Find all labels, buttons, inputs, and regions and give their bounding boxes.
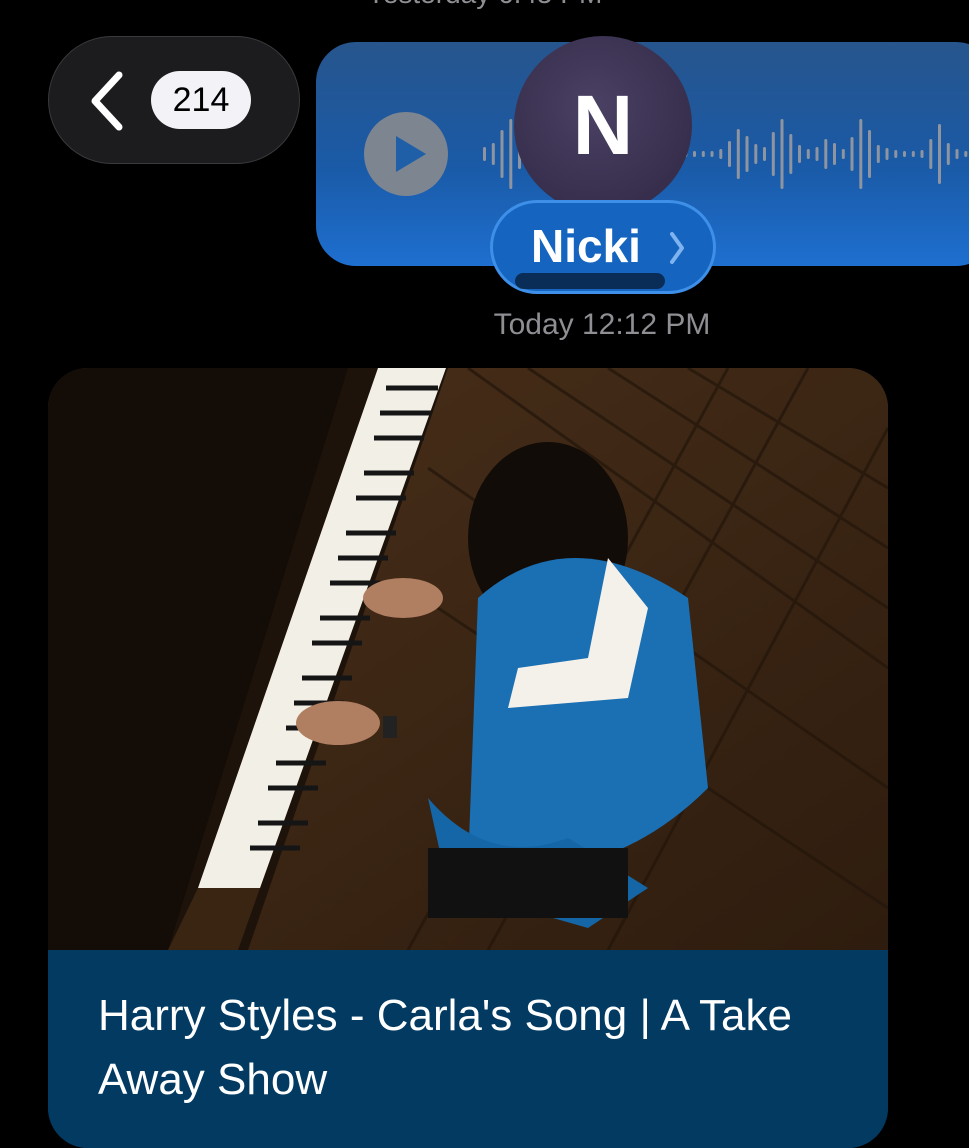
- contact-name-button[interactable]: Nicki: [490, 200, 716, 294]
- waveform-bar: [841, 149, 845, 159]
- chevron-right-icon: [670, 232, 684, 264]
- back-button[interactable]: 214: [48, 36, 300, 164]
- waveform-bar: [955, 149, 959, 159]
- unread-count-badge: 214: [151, 71, 251, 129]
- waveform-bar: [798, 145, 801, 163]
- waveform-bar: [859, 119, 863, 189]
- link-preview-footer: Harry Styles - Carla's Song | A Take Awa…: [48, 950, 888, 1148]
- waveform-bar: [894, 150, 898, 158]
- waveform-bar: [728, 141, 731, 167]
- video-thumbnail: [48, 368, 888, 950]
- waveform-bar: [833, 143, 836, 165]
- previous-timestamp: Yesterday 6:45 PM: [0, 0, 969, 10]
- waveform-bar: [806, 149, 810, 159]
- waveform-bar: [929, 139, 933, 169]
- waveform-bar: [701, 151, 705, 157]
- waveform-bar: [500, 130, 504, 178]
- chevron-left-icon: [91, 71, 123, 131]
- name-shadow: [515, 273, 665, 289]
- play-button[interactable]: [364, 112, 448, 196]
- waveform-bar: [876, 145, 880, 163]
- waveform-bar: [763, 147, 766, 161]
- waveform-bar: [885, 148, 889, 160]
- message-timestamp: Today 12:12 PM: [493, 308, 711, 341]
- waveform-bar: [491, 143, 495, 165]
- waveform-bar: [693, 151, 696, 157]
- play-icon: [396, 136, 426, 172]
- waveform-bar: [911, 151, 915, 157]
- waveform-bar: [946, 143, 950, 165]
- contact-name: Nicki: [531, 220, 641, 272]
- waveform-bar: [509, 119, 513, 189]
- waveform-bar: [771, 132, 775, 176]
- waveform-bar: [964, 151, 968, 157]
- link-title: Harry Styles - Carla's Song | A Take Awa…: [98, 991, 792, 1104]
- waveform-bar: [815, 147, 819, 161]
- waveform-bar: [938, 124, 941, 184]
- waveform-bar: [789, 134, 793, 174]
- waveform-bar: [483, 147, 486, 161]
- waveform-bar: [920, 150, 924, 158]
- link-preview-card[interactable]: Harry Styles - Carla's Song | A Take Awa…: [48, 368, 888, 1148]
- contact-avatar[interactable]: N: [514, 36, 692, 214]
- waveform-bar: [780, 119, 784, 189]
- waveform-bar: [868, 130, 871, 178]
- waveform-bar: [754, 144, 758, 164]
- waveform-bar: [719, 149, 723, 159]
- waveform-bar: [824, 139, 828, 169]
- waveform-bar: [736, 129, 740, 179]
- waveform-bar: [850, 137, 854, 171]
- waveform-bar: [903, 151, 906, 157]
- waveform-bar: [745, 136, 749, 172]
- waveform-bar: [710, 151, 714, 157]
